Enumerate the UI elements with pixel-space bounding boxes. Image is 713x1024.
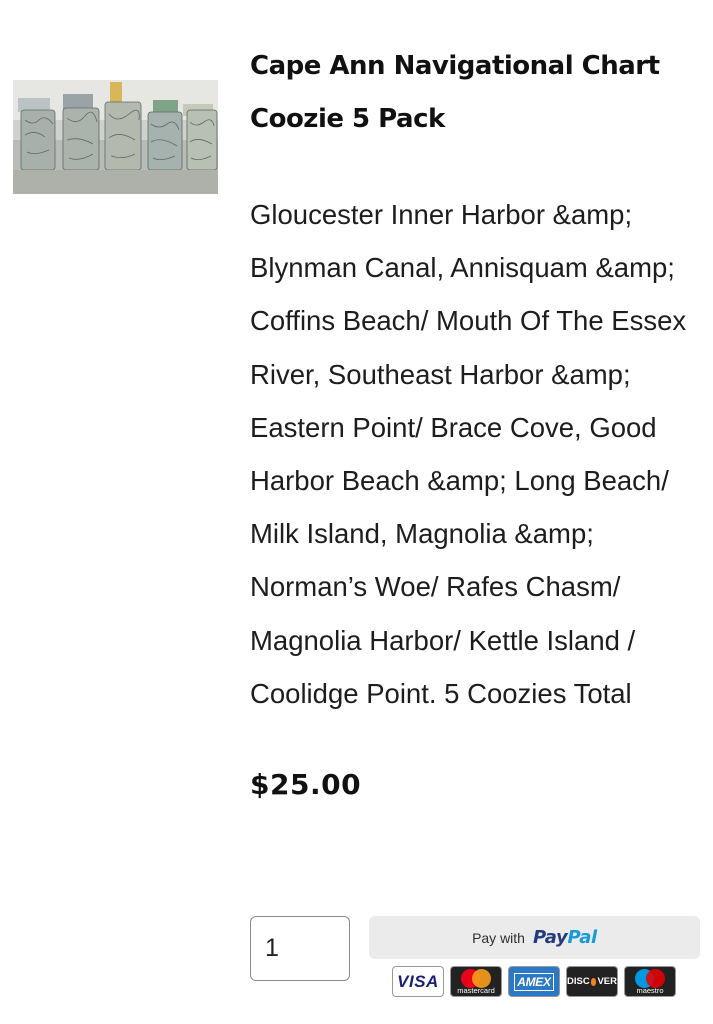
paypal-logo: PayPal [533,927,597,948]
paypal-prefix-label: Pay with [472,929,525,946]
maestro-label: maestro [636,986,664,995]
product-title: Cape Ann Navigational Chart Coozie 5 Pac… [250,51,660,134]
mastercard-icon: mastercard [450,966,502,997]
discover-label-a: DISC [567,976,590,987]
product-description: Gloucester Inner Harbor &amp; Blynman Ca… [250,199,687,709]
discover-icon: DISC VER [566,966,618,997]
paypal-button[interactable]: Pay with PayPal [369,916,700,959]
payment-card-logos: VISA mastercard AMEX DISC VER maestro [392,966,676,997]
maestro-icon: maestro [624,966,676,997]
quantity-input[interactable] [250,916,350,981]
paypal-logo-pal: Pal [567,927,597,948]
mastercard-label: mastercard [457,986,495,995]
product-price: $25.00 [250,768,362,802]
paypal-logo-pay: Pay [532,927,568,948]
amex-icon: AMEX [508,966,560,997]
visa-icon: VISA [392,966,444,997]
product-details: Cape Ann Navigational Chart Coozie 5 Pac… [250,40,705,801]
visa-label: VISA [397,971,439,991]
product-image[interactable] [13,80,218,194]
amex-label: AMEX [514,972,554,991]
coozies-photo [13,80,218,194]
discover-label-b: VER [597,976,617,987]
